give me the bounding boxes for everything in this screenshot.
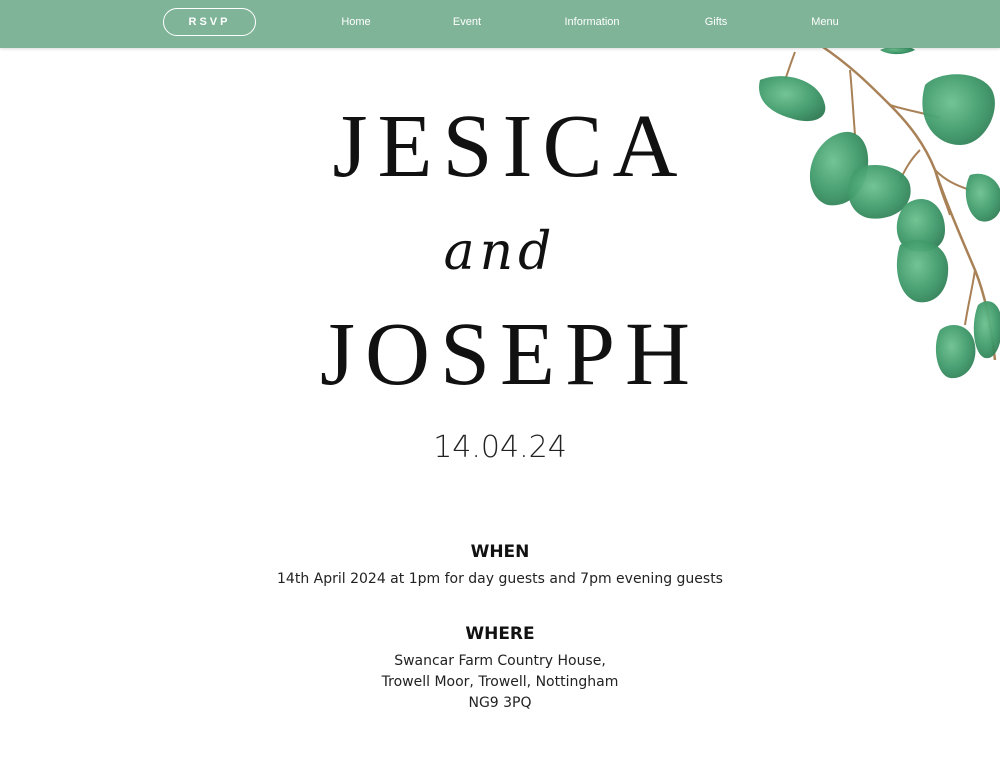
- nav-link-information[interactable]: Information: [564, 16, 619, 28]
- where-heading: WHERE: [465, 624, 535, 644]
- nav-link-menu[interactable]: Menu: [811, 16, 839, 28]
- top-navigation-bar: RSVP Home Event Information Gifts Menu: [0, 0, 1000, 48]
- groom-name: JOSEPH: [319, 305, 701, 404]
- and-script-word: and: [443, 222, 557, 282]
- bride-name: JESICA: [332, 97, 688, 196]
- where-address-line: NG9 3PQ: [468, 695, 532, 711]
- when-text: 14th April 2024 at 1pm for day guests an…: [277, 571, 723, 587]
- where-address-line: Trowell Moor, Trowell, Nottingham: [381, 674, 619, 690]
- nav-link-event[interactable]: Event: [453, 16, 481, 28]
- when-heading: WHEN: [470, 542, 530, 562]
- nav-link-home[interactable]: Home: [341, 16, 370, 28]
- rsvp-button[interactable]: RSVP: [163, 8, 256, 36]
- wedding-date: 14.04.24: [433, 430, 567, 465]
- where-address-line: Swancar Farm Country House,: [394, 653, 606, 669]
- nav-link-gifts[interactable]: Gifts: [705, 16, 728, 28]
